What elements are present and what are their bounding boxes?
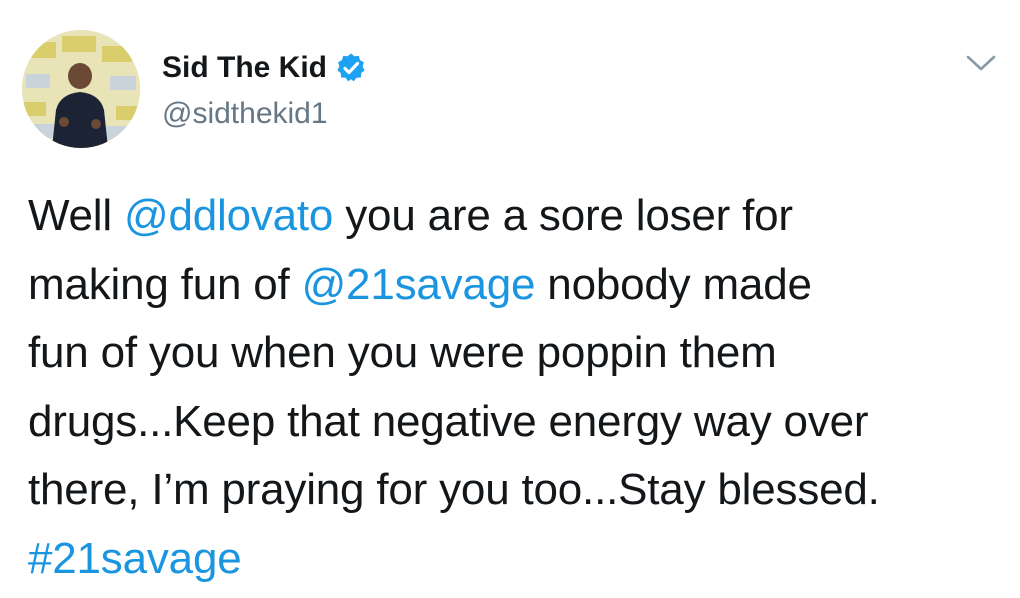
avatar[interactable] [22, 30, 140, 148]
verified-badge-icon [337, 53, 365, 82]
mention-link[interactable]: @21savage [302, 260, 536, 309]
author-block: Sid The Kid @sidthekid1 [162, 48, 367, 134]
name-row: Sid The Kid [162, 48, 367, 88]
chevron-down-icon[interactable] [964, 50, 998, 76]
tweet-text-segment: Well [28, 191, 124, 240]
mention-link[interactable]: @ddlovato [124, 191, 333, 240]
profile-photo-icon [22, 30, 140, 148]
handle[interactable]: @sidthekid1 [162, 94, 367, 134]
display-name[interactable]: Sid The Kid [162, 48, 327, 88]
tweet-card: Sid The Kid @sidthekid1 Well @ddlovato y… [0, 0, 1020, 598]
tweet-text: Well @ddlovato you are a sore loser for … [28, 182, 1003, 593]
hashtag-link[interactable]: #21savage [28, 534, 242, 583]
